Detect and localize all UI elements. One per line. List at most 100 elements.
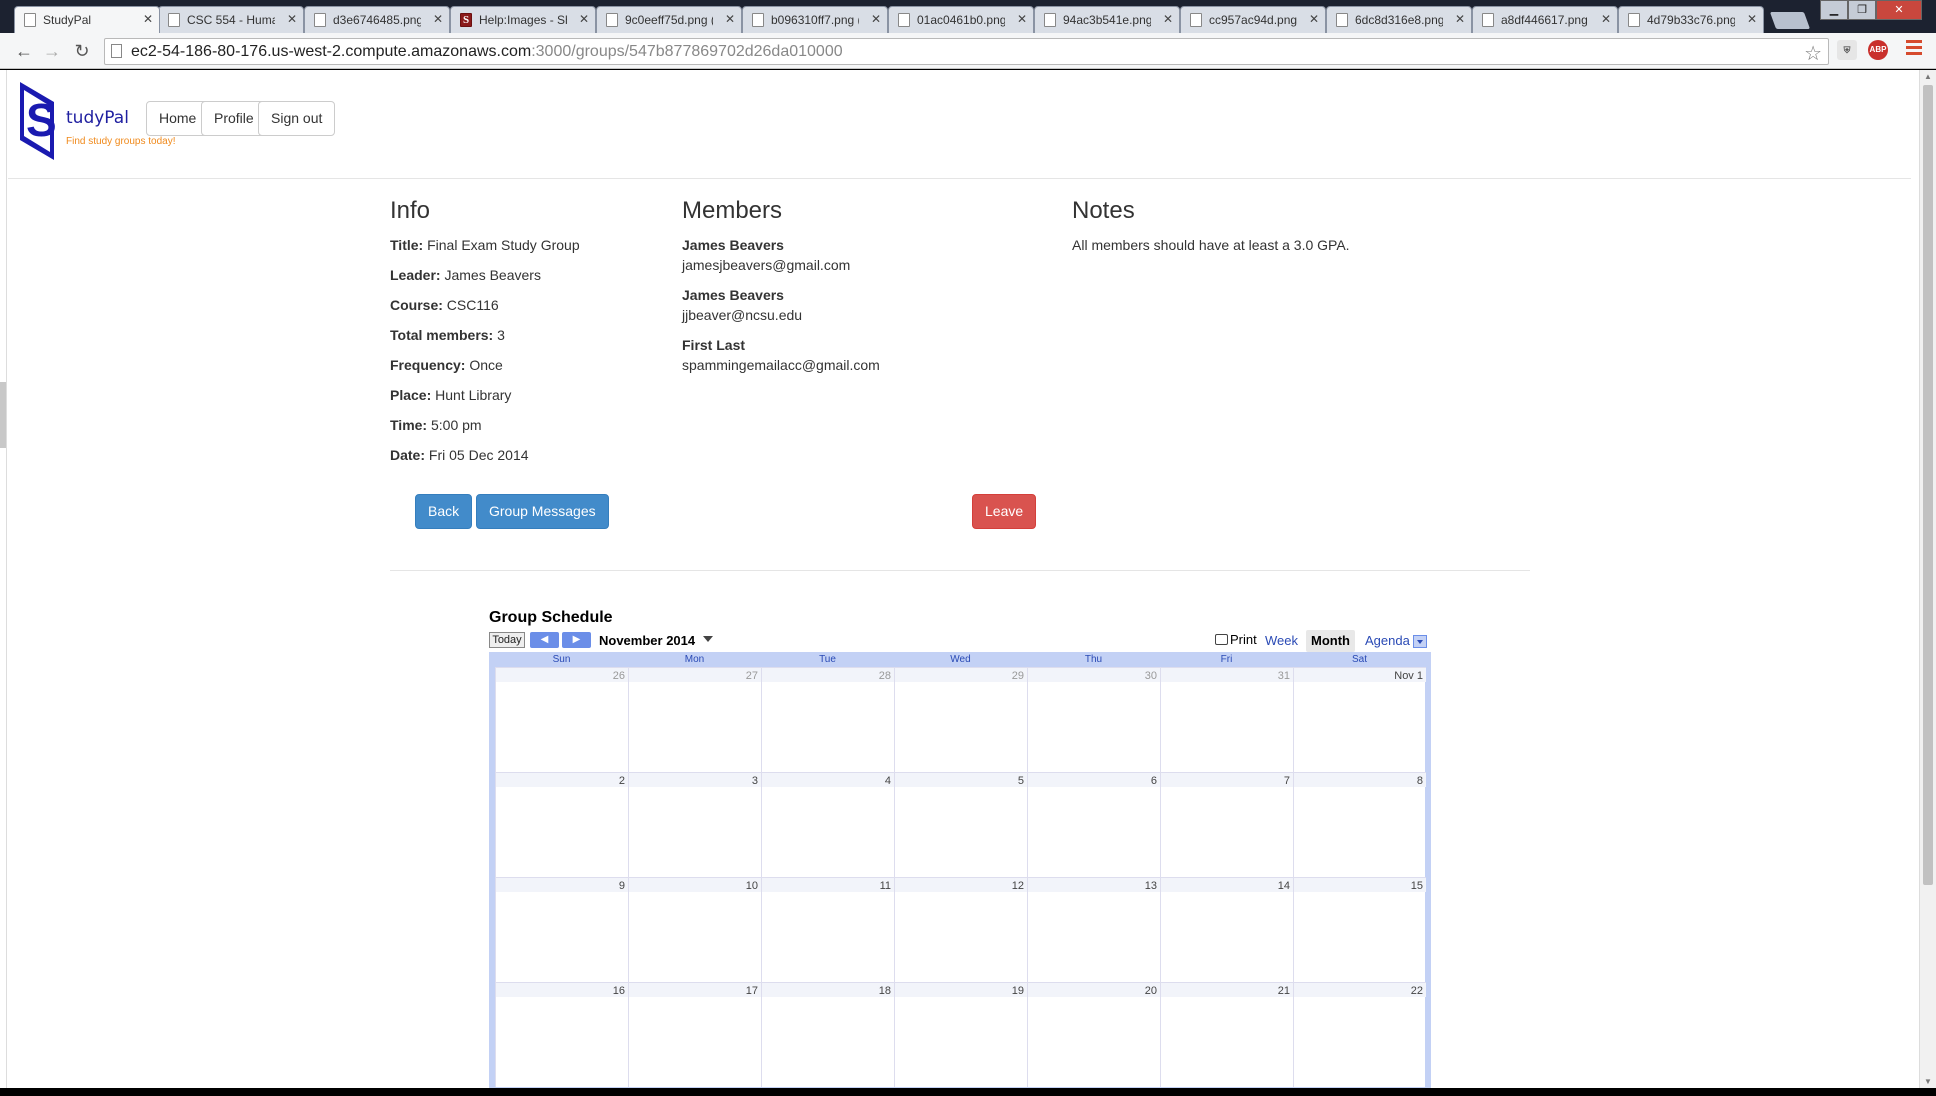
calendar-day-cell[interactable]: 26 <box>495 667 628 772</box>
day-number: 18 <box>878 985 891 997</box>
info-label: Total members: <box>390 327 494 343</box>
tab-month[interactable]: Month <box>1306 630 1355 652</box>
calendar-week-row: 16 17 18 19 20 21 22 <box>495 982 1426 1087</box>
tab-help-images[interactable]: S Help:Images - Sh ✕ <box>450 6 596 33</box>
calendar-day-cell[interactable]: 21 <box>1160 982 1293 1087</box>
close-icon[interactable]: ✕ <box>1309 12 1319 26</box>
prev-month-button[interactable]: ◀ <box>530 632 559 648</box>
calendar-day-cell[interactable]: 10 <box>628 877 761 982</box>
scroll-down-icon[interactable]: ▼ <box>1924 1077 1932 1086</box>
page-icon <box>752 13 764 27</box>
tab-week[interactable]: Week <box>1260 630 1303 652</box>
calendar-week-row: 26 27 28 29 30 31 Nov 1 <box>495 667 1426 772</box>
nav-home-button[interactable]: Home <box>146 101 210 136</box>
tab-image[interactable]: 9c0eeff75d.png ( ✕ <box>596 6 742 33</box>
close-icon[interactable]: ✕ <box>287 12 297 26</box>
calendar-day-cell[interactable]: 7 <box>1160 772 1293 877</box>
tab-csc554[interactable]: CSC 554 - Human ✕ <box>158 6 304 33</box>
calendar-day-cell[interactable]: 30 <box>1027 667 1160 772</box>
tab-image[interactable]: d3e6746485.png ( ✕ <box>304 6 450 33</box>
calendar-day-cell[interactable]: 12 <box>894 877 1027 982</box>
close-window-button[interactable]: ✕ <box>1876 0 1922 20</box>
member-email: spammingemailacc@gmail.com <box>682 357 880 373</box>
calendar-day-cell[interactable]: 14 <box>1160 877 1293 982</box>
calendar-day-cell[interactable]: 2 <box>495 772 628 877</box>
calendar-day-cell[interactable]: 28 <box>761 667 894 772</box>
tab-agenda[interactable]: Agenda <box>1360 630 1415 652</box>
scroll-up-icon[interactable]: ▲ <box>1924 72 1932 81</box>
day-number: 5 <box>1017 775 1024 787</box>
day-number-strip <box>629 773 761 787</box>
calendar-day-cell[interactable]: 15 <box>1293 877 1426 982</box>
calendar-day-cell[interactable]: 29 <box>894 667 1027 772</box>
bookmark-star-icon[interactable]: ☆ <box>1804 41 1822 66</box>
close-icon[interactable]: ✕ <box>1163 12 1173 26</box>
calendar-day-cell[interactable]: 17 <box>628 982 761 1087</box>
close-icon[interactable]: ✕ <box>433 12 443 26</box>
tab-image[interactable]: 01ac0461b0.png ( ✕ <box>888 6 1034 33</box>
day-of-week-label: Mon <box>684 654 705 665</box>
calendar-day-cell[interactable]: 9 <box>495 877 628 982</box>
calendar-day-cell[interactable]: 8 <box>1293 772 1426 877</box>
back-button[interactable]: Back <box>415 494 473 529</box>
extension-shield-icon[interactable]: ⛨ <box>1837 40 1857 60</box>
view-dropdown-icon[interactable] <box>1413 635 1427 648</box>
calendar-day-cell[interactable]: 16 <box>495 982 628 1087</box>
reload-icon[interactable]: ↻ <box>72 41 92 61</box>
scrollbar-thumb[interactable] <box>1923 85 1933 885</box>
back-arrow-icon[interactable]: ← <box>14 41 34 61</box>
calendar-day-cell[interactable]: 31 <box>1160 667 1293 772</box>
close-icon[interactable]: ✕ <box>143 12 153 26</box>
day-number: 12 <box>1011 880 1024 892</box>
close-icon[interactable]: ✕ <box>1017 12 1027 26</box>
leave-button[interactable]: Leave <box>972 494 1037 529</box>
day-of-week-label: Sun <box>552 654 571 665</box>
menu-icon[interactable] <box>1906 40 1922 58</box>
close-icon[interactable]: ✕ <box>579 12 589 26</box>
calendar-day-cell[interactable]: 27 <box>628 667 761 772</box>
forward-arrow-icon[interactable]: → <box>42 41 62 61</box>
calendar-day-cell[interactable]: 11 <box>761 877 894 982</box>
tab-image[interactable]: 6dc8d316e8.png ( ✕ <box>1326 6 1472 33</box>
tab-image[interactable]: 4d79b33c76.png ( ✕ <box>1618 6 1764 33</box>
tab-image[interactable]: b096310ff7.png ( ✕ <box>742 6 888 33</box>
group-messages-button[interactable]: Group Messages <box>476 494 609 529</box>
nav-signout-button[interactable]: Sign out <box>258 101 336 136</box>
day-number: 9 <box>618 880 625 892</box>
calendar-day-cell[interactable]: 22 <box>1293 982 1426 1087</box>
adblock-icon[interactable]: ABP <box>1868 40 1888 60</box>
page-icon <box>111 44 122 58</box>
nav-profile-button[interactable]: Profile <box>201 101 267 136</box>
calendar-day-cell[interactable]: 19 <box>894 982 1027 1087</box>
day-number-strip <box>895 878 1027 892</box>
page-icon <box>168 13 180 27</box>
page-scrollbar[interactable]: ▲ ▼ <box>1919 70 1936 1088</box>
calendar-day-cell[interactable]: 13 <box>1027 877 1160 982</box>
tab-studypal[interactable]: StudyPal ✕ <box>14 6 160 33</box>
address-bar[interactable]: ec2-54-186-80-176.us-west-2.compute.amaz… <box>104 38 1829 65</box>
today-button[interactable]: Today <box>489 632 525 648</box>
close-icon[interactable]: ✕ <box>871 12 881 26</box>
calendar-day-cell[interactable]: 5 <box>894 772 1027 877</box>
month-dropdown-icon[interactable] <box>703 636 713 642</box>
calendar-day-cell[interactable]: Nov 1 <box>1293 667 1426 772</box>
tab-image[interactable]: cc957ac94d.png ( ✕ <box>1180 6 1326 33</box>
calendar-day-cell[interactable]: 4 <box>761 772 894 877</box>
calendar-day-cell[interactable]: 3 <box>628 772 761 877</box>
tab-image[interactable]: a8df446617.png ( ✕ <box>1472 6 1618 33</box>
close-icon[interactable]: ✕ <box>1455 12 1465 26</box>
close-icon[interactable]: ✕ <box>725 12 735 26</box>
day-number: 15 <box>1410 880 1423 892</box>
chevron-right-icon: ▶ <box>572 634 581 645</box>
close-icon[interactable]: ✕ <box>1747 12 1757 26</box>
next-month-button[interactable]: ▶ <box>562 632 591 648</box>
minimize-button[interactable]: ▁ <box>1820 0 1848 20</box>
new-tab-button[interactable] <box>1769 12 1811 29</box>
close-icon[interactable]: ✕ <box>1601 12 1611 26</box>
print-button[interactable]: Print <box>1215 632 1257 647</box>
maximize-button[interactable]: ❐ <box>1848 0 1876 20</box>
calendar-day-cell[interactable]: 20 <box>1027 982 1160 1087</box>
calendar-day-cell[interactable]: 18 <box>761 982 894 1087</box>
calendar-day-cell[interactable]: 6 <box>1027 772 1160 877</box>
tab-image[interactable]: 94ac3b541e.png ( ✕ <box>1034 6 1180 33</box>
